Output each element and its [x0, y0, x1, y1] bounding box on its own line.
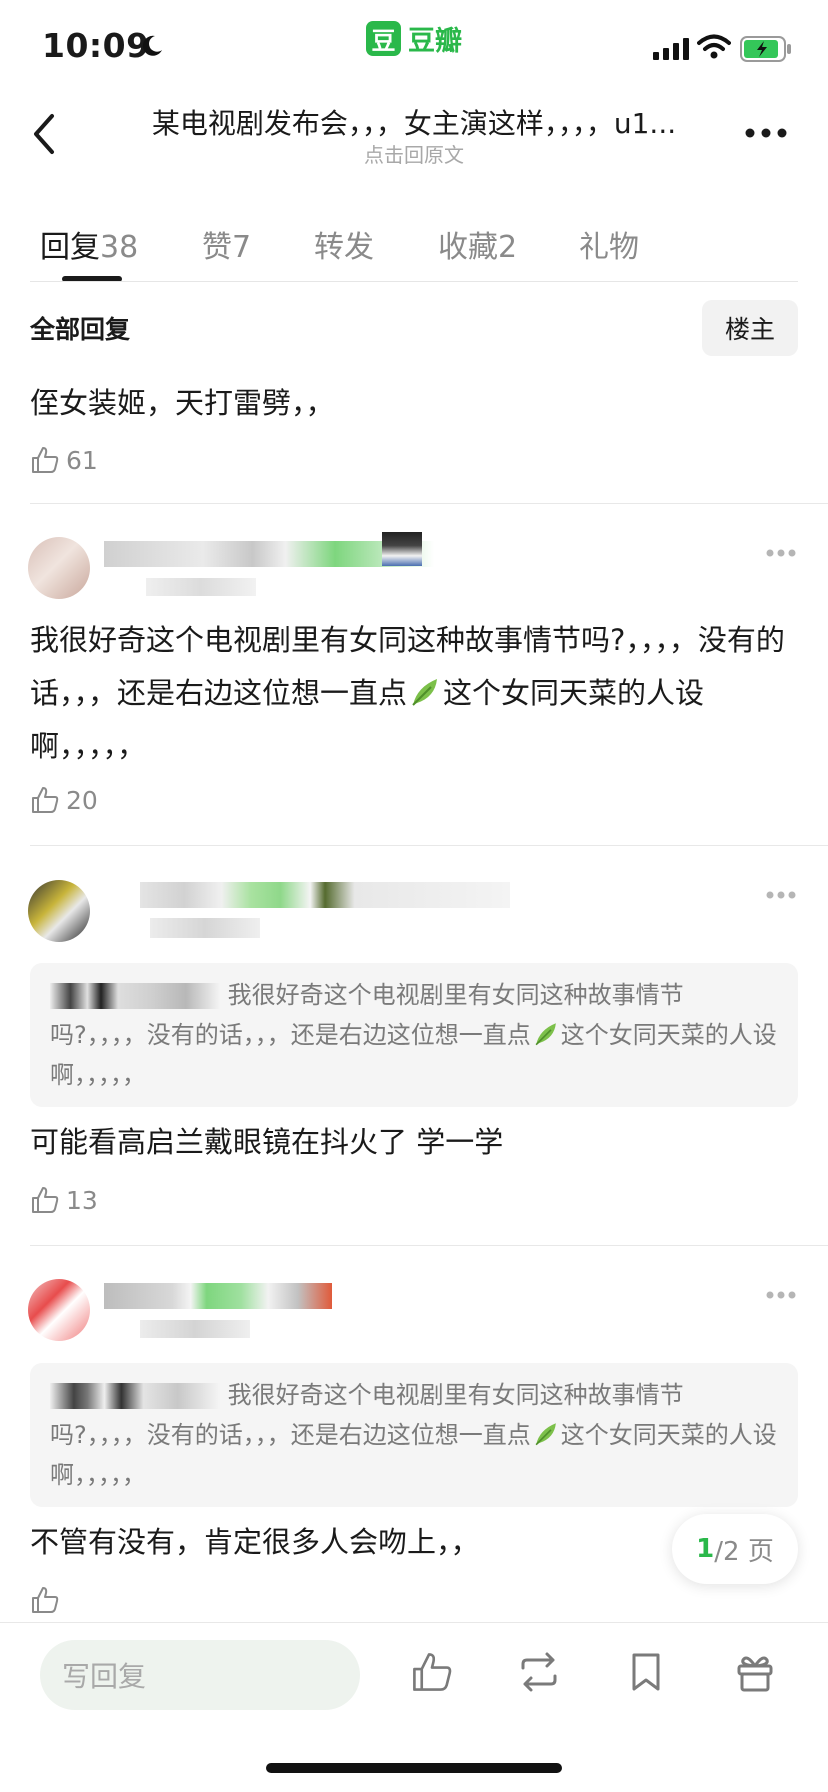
repost-icon[interactable] [517, 1650, 561, 1694]
app-badge: 豆 豆瓣 [366, 20, 462, 57]
like-button[interactable]: 61 [30, 444, 98, 476]
divider [0, 1622, 828, 1623]
tab-reposts[interactable]: 转发 [314, 222, 374, 266]
owner-only-button[interactable]: 楼主 [702, 300, 798, 356]
divider [30, 845, 828, 846]
tab-count: 7 [232, 230, 252, 265]
app-name: 豆瓣 [408, 25, 462, 57]
comment-text: 可能看高启兰戴眼镜在抖火了 学一学 [30, 1125, 504, 1159]
like-count: 13 [66, 1185, 98, 1215]
thumb-up-icon [32, 1587, 59, 1613]
bookmark-icon[interactable] [624, 1650, 668, 1694]
divider [30, 1245, 828, 1246]
like-button[interactable]: 20 [30, 784, 98, 816]
leaf-icon [412, 679, 438, 706]
signal-icon [653, 38, 689, 60]
nav-bar: 某电视剧发布会，，，女主演这样，，，，u1... 点击回原文 [0, 92, 828, 182]
tab-label: 回复 [40, 230, 100, 265]
gift-icon[interactable] [733, 1650, 777, 1694]
tab-collections[interactable]: 收藏2 [438, 222, 517, 266]
thumb-up-icon[interactable] [410, 1650, 454, 1694]
comment-text: 我很好奇这个电视剧里有女同这种故事情节吗?，，，，没有的话，，，还是右边这位想一… [30, 614, 800, 773]
tab-count: 38 [100, 230, 139, 265]
comment-more-icon[interactable] [766, 548, 796, 558]
reply-input[interactable]: 写回复 [40, 1640, 360, 1710]
quoted-reply[interactable]: 我很好奇这个电视剧里有女同这种故事情节吗?，，，，没有的话，，，还是右边这位想一… [30, 963, 798, 1107]
back-icon[interactable] [26, 108, 62, 160]
more-icon[interactable] [744, 126, 788, 140]
comment-text: 侄女装姬，天打雷劈，， [30, 386, 335, 420]
user-meta-blurred [146, 578, 256, 596]
all-replies-label: 全部回复 [30, 315, 131, 344]
tab-bar: 回复38 赞7 转发 收藏2 礼物 [0, 200, 828, 284]
avatar[interactable] [28, 1279, 90, 1341]
tab-count: 2 [498, 230, 518, 265]
tab-gifts[interactable]: 礼物 [579, 222, 639, 266]
moon-icon [142, 35, 162, 56]
divider [30, 503, 828, 504]
douban-logo-icon: 豆 [366, 20, 401, 56]
username-blurred[interactable] [140, 882, 510, 908]
tab-label: 赞 [202, 230, 232, 265]
wifi-icon [697, 34, 731, 59]
user-meta-blurred [140, 1320, 250, 1338]
thumb-up-icon [32, 447, 59, 473]
like-button[interactable]: 13 [30, 1184, 98, 1216]
user-meta-blurred [150, 918, 260, 938]
page-title[interactable]: 某电视剧发布会，，，女主演这样，，，，u1... [108, 102, 720, 142]
tab-label: 转发 [314, 230, 374, 265]
page-indicator[interactable]: 1/2 页 [672, 1514, 798, 1584]
comment-more-icon[interactable] [766, 890, 796, 900]
avatar[interactable] [28, 880, 90, 942]
tab-likes[interactable]: 赞7 [202, 222, 251, 266]
quoted-author-blurred [50, 983, 220, 1009]
user-badge-icon [382, 532, 422, 566]
quoted-author-blurred [50, 1383, 220, 1409]
quoted-reply[interactable]: 我很好奇这个电视剧里有女同这种故事情节吗?，，，，没有的话，，，还是右边这位想一… [30, 1363, 798, 1507]
thumb-up-icon [32, 787, 59, 813]
battery-icon [740, 36, 791, 62]
tab-replies[interactable]: 回复38 [40, 222, 138, 266]
home-indicator [266, 1763, 562, 1773]
divider [30, 281, 798, 282]
like-count: 20 [66, 785, 98, 815]
like-button[interactable] [30, 1584, 60, 1616]
thumb-up-icon [32, 1187, 59, 1213]
status-time: 10:09 [42, 26, 150, 65]
comment-more-icon[interactable] [766, 1290, 796, 1300]
page-current: 1 [696, 1534, 715, 1564]
username-blurred[interactable] [104, 1283, 332, 1309]
back-to-original-link[interactable]: 点击回原文 [108, 139, 720, 168]
status-bar: 10:09 豆 豆瓣 [0, 0, 828, 92]
leaf-icon [535, 1023, 556, 1046]
avatar[interactable] [28, 537, 90, 599]
page-total: /2 页 [714, 1536, 774, 1567]
tab-label: 收藏 [438, 230, 498, 265]
tab-label: 礼物 [579, 230, 639, 265]
like-count: 61 [66, 445, 98, 475]
leaf-icon [535, 1423, 556, 1446]
